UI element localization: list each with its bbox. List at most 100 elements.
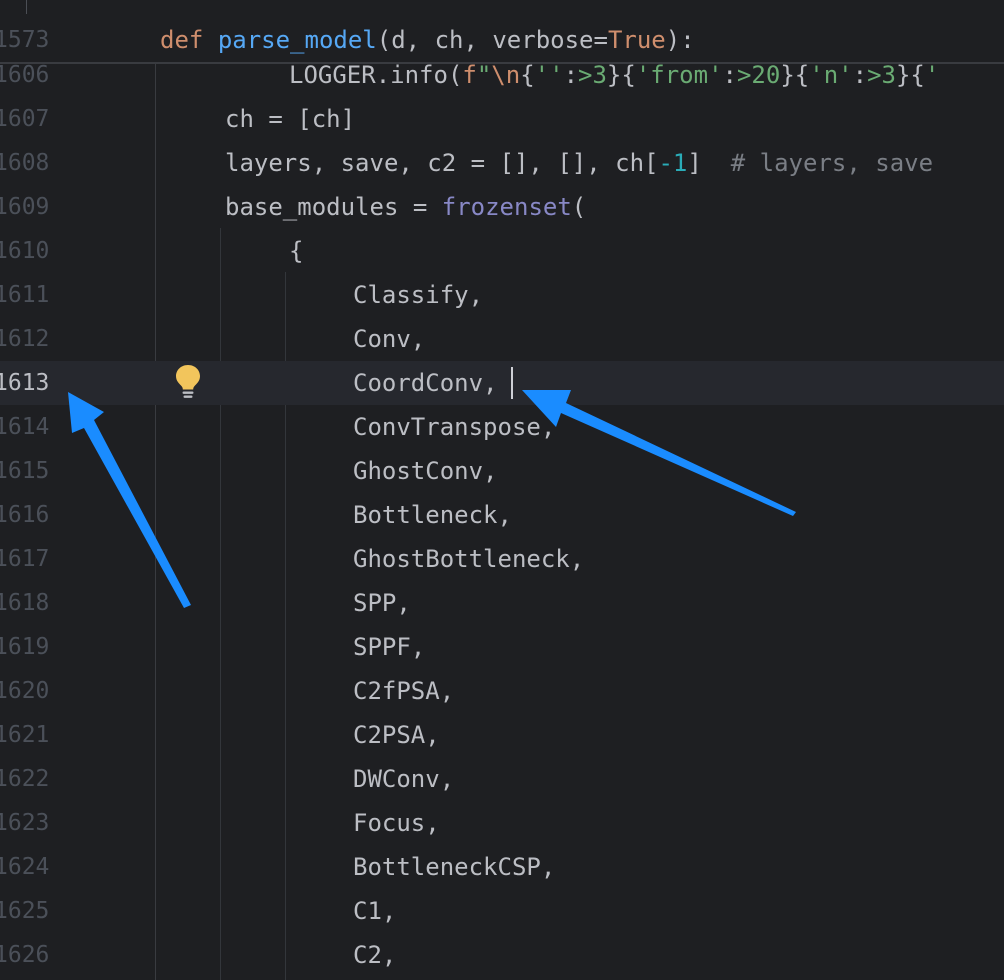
code-token: GhostBottleneck, xyxy=(353,545,585,573)
code-text: base_modules = frozenset( xyxy=(225,185,586,229)
code-token: C1, xyxy=(353,897,397,925)
line-number: 1616 xyxy=(0,502,50,528)
line-number: 1610 xyxy=(0,238,50,264)
line-number: 1614 xyxy=(0,414,50,440)
code-text: { xyxy=(289,229,303,273)
code-token: : xyxy=(563,61,579,89)
code-token: 'from' xyxy=(635,61,723,89)
code-line[interactable]: 1615 GhostConv, xyxy=(0,449,1004,493)
code-token: LOGGER.info( xyxy=(289,61,463,89)
code-text: DWConv, xyxy=(353,757,454,801)
code-text: C2PSA, xyxy=(353,713,440,757)
code-text: ch = [ch] xyxy=(225,97,355,141)
code-text: BottleneckCSP, xyxy=(353,845,555,889)
line-number: 1622 xyxy=(0,766,50,792)
code-token: }{ xyxy=(780,61,810,89)
code-text: C1, xyxy=(353,889,396,933)
code-text: C2fPSA, xyxy=(353,669,454,713)
code-text: CoordConv, xyxy=(353,361,498,405)
code-line[interactable]: 1608 layers, save, c2 = [], [], ch[-1] # … xyxy=(0,141,1004,185)
code-text: C2, xyxy=(353,933,396,977)
code-token: Classify, xyxy=(353,281,484,309)
code-line[interactable]: 1610 { xyxy=(0,229,1004,273)
line-number: 1621 xyxy=(0,722,50,748)
line-number: 1611 xyxy=(0,282,50,308)
code-token: }{ xyxy=(606,61,636,89)
code-token: # layers, save xyxy=(730,149,934,177)
code-token: { xyxy=(520,61,535,89)
code-line[interactable]: 1618 SPP, xyxy=(0,581,1004,625)
code-token: >3 xyxy=(578,61,607,89)
code-token: base_modules = xyxy=(225,193,442,221)
code-line[interactable]: 1607 ch = [ch] xyxy=(0,97,1004,141)
code-text: layers, save, c2 = [], [], ch[-1] # laye… xyxy=(225,141,933,185)
code-line[interactable]: 1626 C2, xyxy=(0,933,1004,977)
line-number: 1615 xyxy=(0,458,50,484)
code-token: C2fPSA, xyxy=(353,677,455,705)
code-line[interactable]: 1616 Bottleneck, xyxy=(0,493,1004,537)
code-line[interactable]: 1623 Focus, xyxy=(0,801,1004,845)
line-number: 1613 xyxy=(0,370,50,396)
code-token: layers, save, c2 = [], [], ch[ xyxy=(225,149,659,177)
code-token: }{ xyxy=(895,61,925,89)
code-token: ): xyxy=(665,26,695,54)
code-token: ] xyxy=(687,149,731,177)
code-editor[interactable]: 1606 LOGGER.info(f"\n{'':>3}{'from':>20}{… xyxy=(0,0,1004,980)
code-token: CoordConv, xyxy=(353,369,498,397)
code-token: f xyxy=(462,61,477,89)
line-number: 1620 xyxy=(0,678,50,704)
line-number: 1624 xyxy=(0,854,50,880)
code-text: SPP, xyxy=(353,581,411,625)
code-token: : xyxy=(722,61,737,89)
code-line[interactable]: 1620 C2fPSA, xyxy=(0,669,1004,713)
line-number: 1607 xyxy=(0,106,50,132)
code-token: def xyxy=(160,26,204,54)
code-line[interactable]: 1612 Conv, xyxy=(0,317,1004,361)
lightbulb-icon[interactable] xyxy=(174,362,202,402)
code-line[interactable]: 1622 DWConv, xyxy=(0,757,1004,801)
code-text: Bottleneck, xyxy=(353,493,512,537)
line-number: 1609 xyxy=(0,194,50,220)
code-token: SPPF, xyxy=(353,633,426,661)
code-token: GhostConv, xyxy=(353,457,498,485)
line-number: 1608 xyxy=(0,150,50,176)
code-token: >20 xyxy=(736,61,781,89)
sticky-code-text: def parse_model(d, ch, verbose=True): xyxy=(160,18,695,62)
code-token: \n xyxy=(491,61,521,89)
code-text: ConvTranspose, xyxy=(353,405,555,449)
code-line[interactable]: 1625 C1, xyxy=(0,889,1004,933)
code-token: ( xyxy=(571,193,587,221)
code-token: SPP, xyxy=(353,589,411,617)
sticky-line-number: 1573 xyxy=(0,27,50,53)
code-token: ' xyxy=(924,61,940,89)
code-token: >3 xyxy=(867,61,896,89)
code-line[interactable]: 1613 CoordConv, xyxy=(0,361,1004,405)
code-token: C2PSA, xyxy=(353,721,440,749)
code-text: GhostBottleneck, xyxy=(353,537,584,581)
code-line[interactable]: 1609 base_modules = frozenset( xyxy=(0,185,1004,229)
code-line[interactable]: 1619 SPPF, xyxy=(0,625,1004,669)
code-text: Focus, xyxy=(353,801,440,845)
code-token: ConvTranspose, xyxy=(353,413,556,441)
code-token: -1 xyxy=(658,149,688,177)
line-number: 1617 xyxy=(0,546,50,572)
code-token: Conv, xyxy=(353,325,426,353)
code-line[interactable]: 1614 ConvTranspose, xyxy=(0,405,1004,449)
code-token: " xyxy=(476,61,492,89)
line-number: 1626 xyxy=(0,942,50,968)
code-token: (d, ch, verbose= xyxy=(376,26,608,54)
code-token: frozenset xyxy=(441,193,572,221)
code-token: BottleneckCSP, xyxy=(353,853,556,881)
line-number: 1625 xyxy=(0,898,50,924)
code-line[interactable]: 1624 BottleneckCSP, xyxy=(0,845,1004,889)
line-number: 1619 xyxy=(0,634,50,660)
code-token: C2, xyxy=(353,941,397,969)
code-token: Bottleneck, xyxy=(353,501,512,529)
code-token: True xyxy=(607,26,666,54)
sticky-scroll-header[interactable]: 1573 def parse_model(d, ch, verbose=True… xyxy=(0,0,1004,64)
code-line[interactable]: 1611 Classify, xyxy=(0,273,1004,317)
code-line[interactable]: 1617 GhostBottleneck, xyxy=(0,537,1004,581)
code-line[interactable]: 1621 C2PSA, xyxy=(0,713,1004,757)
line-number: 1612 xyxy=(0,326,50,352)
